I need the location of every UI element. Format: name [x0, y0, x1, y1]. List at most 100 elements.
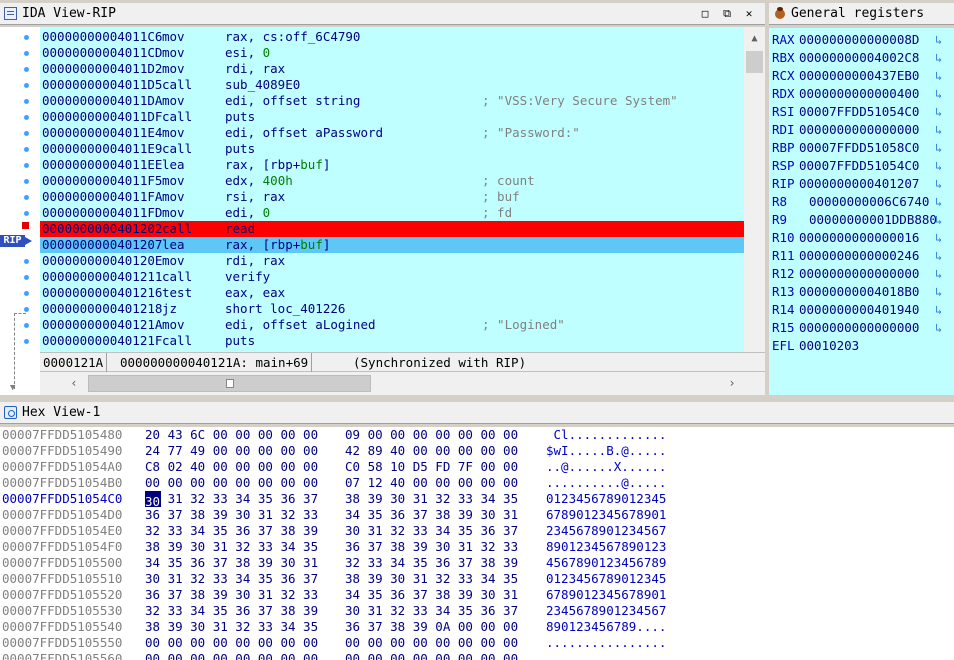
hex-ascii[interactable]: Cl............. [546, 427, 667, 443]
disasm-operands[interactable]: rax, cs:off_6C4790 [225, 29, 360, 45]
hex-bytes-high[interactable]: 07 12 40 00 00 00 00 00 [345, 475, 518, 491]
hex-ascii[interactable]: $wI.....B.@..... [546, 443, 666, 459]
line-marker-icon[interactable] [24, 131, 29, 136]
jump-to-address-icon[interactable]: ↳ [935, 139, 942, 157]
disasm-line[interactable]: 00000000004011E4 mov edi, offset aPassword… [40, 125, 744, 141]
register-value[interactable]: 00000000004018B0 [799, 283, 919, 301]
restore-icon[interactable]: □ [697, 6, 713, 22]
breakpoint-icon[interactable] [22, 222, 29, 229]
disasm-mnemonic[interactable]: call [162, 141, 192, 157]
disasm-line[interactable]: 0000000000401218 jz short loc_401226 [40, 301, 744, 317]
hex-row[interactable]: 00007FFDD51054E0 32 33 34 35 36 37 38 39 3… [0, 523, 954, 539]
disasm-mnemonic[interactable]: test [162, 285, 192, 301]
hex-bytes-low[interactable]: 32 33 34 35 36 37 38 39 [145, 603, 318, 619]
hex-bytes-low[interactable]: 36 37 38 39 30 31 32 33 [145, 507, 318, 523]
disasm-comment[interactable]: ; buf [482, 189, 520, 205]
register-row[interactable]: RBX 00000000004002C8 ↳ [769, 49, 954, 67]
register-row[interactable]: R14 0000000000401940 ↳ [769, 301, 954, 319]
jump-to-address-icon[interactable]: ↳ [935, 121, 942, 139]
disasm-line[interactable]: 00000000004011FD mov edi, 0 ; fd [40, 205, 744, 221]
line-marker-icon[interactable] [24, 99, 29, 104]
disasm-mnemonic[interactable]: call [162, 269, 192, 285]
hex-row[interactable]: 00007FFDD5105540 38 39 30 31 32 33 34 35 3… [0, 619, 954, 635]
jump-to-address-icon[interactable]: ↳ [935, 67, 942, 85]
jump-to-address-icon[interactable]: ↳ [935, 193, 942, 211]
line-marker-icon[interactable] [24, 211, 29, 216]
hex-dump[interactable]: 00007FFDD5105480 20 43 6C 00 00 00 00 00 0… [0, 427, 954, 660]
register-value[interactable]: 0000000000000000 [799, 121, 919, 139]
register-row[interactable]: RCX 0000000000437EB0 ↳ [769, 67, 954, 85]
hex-bytes-low[interactable]: 38 39 30 31 32 33 34 35 [145, 619, 318, 635]
disasm-line[interactable]: 0000000000401207 lea rax, [rbp+buf] [40, 237, 744, 253]
line-marker-icon[interactable] [24, 35, 29, 40]
pane-splitter[interactable] [0, 395, 954, 402]
line-marker-icon[interactable] [24, 83, 29, 88]
hex-bytes-high[interactable]: 32 33 34 35 36 37 38 39 [345, 555, 518, 571]
hex-bytes-low[interactable]: 00 00 00 00 00 00 00 00 [145, 651, 318, 660]
line-marker-icon[interactable] [24, 195, 29, 200]
jump-to-address-icon[interactable]: ↳ [935, 211, 942, 229]
register-row[interactable]: RDX 0000000000000400 ↳ [769, 85, 954, 103]
hex-ascii[interactable]: 6789012345678901 [546, 587, 666, 603]
hex-view-title-bar[interactable]: Hex View-1 [0, 402, 954, 424]
line-marker-icon[interactable] [24, 163, 29, 168]
disasm-operands[interactable]: eax, eax [225, 285, 285, 301]
disasm-mnemonic[interactable]: call [162, 221, 192, 237]
hex-bytes-high[interactable]: 38 39 30 31 32 33 34 35 [345, 491, 518, 507]
disasm-operands[interactable]: rax, [rbp+buf] [225, 157, 330, 173]
disasm-mnemonic[interactable]: call [162, 77, 192, 93]
hex-ascii[interactable]: ..@......X...... [546, 459, 666, 475]
jump-to-address-icon[interactable]: ↳ [935, 265, 942, 283]
register-row[interactable]: R12 0000000000000000 ↳ [769, 265, 954, 283]
jump-to-address-icon[interactable]: ↳ [935, 85, 942, 103]
line-marker-icon[interactable] [24, 147, 29, 152]
hex-bytes-low[interactable]: 24 77 49 00 00 00 00 00 [145, 443, 318, 459]
scroll-right-icon[interactable]: › [724, 375, 740, 392]
hex-bytes-low[interactable]: 20 43 6C 00 00 00 00 00 [145, 427, 318, 443]
disasm-operands[interactable]: short loc_401226 [225, 301, 345, 317]
hex-bytes-high[interactable]: 36 37 38 39 0A 00 00 00 [345, 619, 518, 635]
hex-row[interactable]: 00007FFDD5105520 36 37 38 39 30 31 32 33 3… [0, 587, 954, 603]
vertical-scroll-thumb[interactable] [746, 51, 763, 73]
disasm-line[interactable]: 00000000004011FA mov rsi, rax ; buf [40, 189, 744, 205]
horizontal-scrollbar[interactable]: ‹ › [40, 372, 765, 395]
disasm-comment[interactable]: ; "Password:" [482, 125, 580, 141]
hex-ascii[interactable]: 0123456789012345 [546, 491, 666, 507]
register-row[interactable]: R9 00000000001DDB880 ↳ [769, 211, 954, 229]
register-value[interactable]: 00000000004002C8 [799, 49, 919, 67]
register-row[interactable]: R10 0000000000000016 ↳ [769, 229, 954, 247]
hex-row[interactable]: 00007FFDD51054B0 00 00 00 00 00 00 00 00 0… [0, 475, 954, 491]
registers-panel[interactable]: RAX 000000000000008D ↳ RBX 00000000004002C8 ↳… [769, 28, 954, 395]
register-row[interactable]: RAX 000000000000008D ↳ [769, 31, 954, 49]
hex-row[interactable]: 00007FFDD5105500 34 35 36 37 38 39 30 31 3… [0, 555, 954, 571]
hex-bytes-high[interactable]: 38 39 30 31 32 33 34 35 [345, 571, 518, 587]
register-row[interactable]: RSI 00007FFDD51054C0 ↳ [769, 103, 954, 121]
disasm-mnemonic[interactable]: call [162, 109, 192, 125]
jump-to-address-icon[interactable]: ↳ [935, 247, 942, 265]
line-marker-icon[interactable] [24, 67, 29, 72]
hex-ascii[interactable]: ................ [546, 635, 666, 651]
hex-bytes-low[interactable]: 34 35 36 37 38 39 30 31 [145, 555, 318, 571]
disasm-operands[interactable]: rdi, rax [225, 253, 285, 269]
register-value[interactable]: 0000000000000246 [799, 247, 919, 265]
disasm-operands[interactable]: rax, [rbp+buf] [225, 237, 330, 253]
register-row[interactable]: RBP 00007FFDD51058C0 ↳ [769, 139, 954, 157]
hex-ascii[interactable]: ..........@..... [546, 475, 666, 491]
disasm-line[interactable]: 0000000000401216 test eax, eax [40, 285, 744, 301]
hex-ascii[interactable]: 890123456789.... [546, 619, 666, 635]
jump-to-address-icon[interactable]: ↳ [935, 301, 942, 319]
disasm-operands[interactable]: sub_4089E0 [225, 77, 300, 93]
hex-ascii[interactable]: 8901234567890123 [546, 539, 666, 555]
line-marker-icon[interactable] [24, 307, 29, 312]
disasm-mnemonic[interactable]: mov [162, 317, 185, 333]
hex-row[interactable]: 00007FFDD5105480 20 43 6C 00 00 00 00 00 0… [0, 427, 954, 443]
disasm-comment[interactable]: ; fd [482, 205, 512, 221]
disasm-mnemonic[interactable]: jz [162, 301, 177, 317]
disasm-operands[interactable]: rsi, rax [225, 189, 285, 205]
hex-bytes-high[interactable]: 30 31 32 33 34 35 36 37 [345, 523, 518, 539]
register-value[interactable]: 00000000001DDB880 [809, 211, 937, 229]
float-window-icon[interactable]: ⧉ [719, 6, 735, 22]
disasm-mnemonic[interactable]: mov [162, 205, 185, 221]
vertical-scrollbar[interactable]: ▲ [744, 27, 765, 352]
line-marker-icon[interactable] [24, 323, 29, 328]
